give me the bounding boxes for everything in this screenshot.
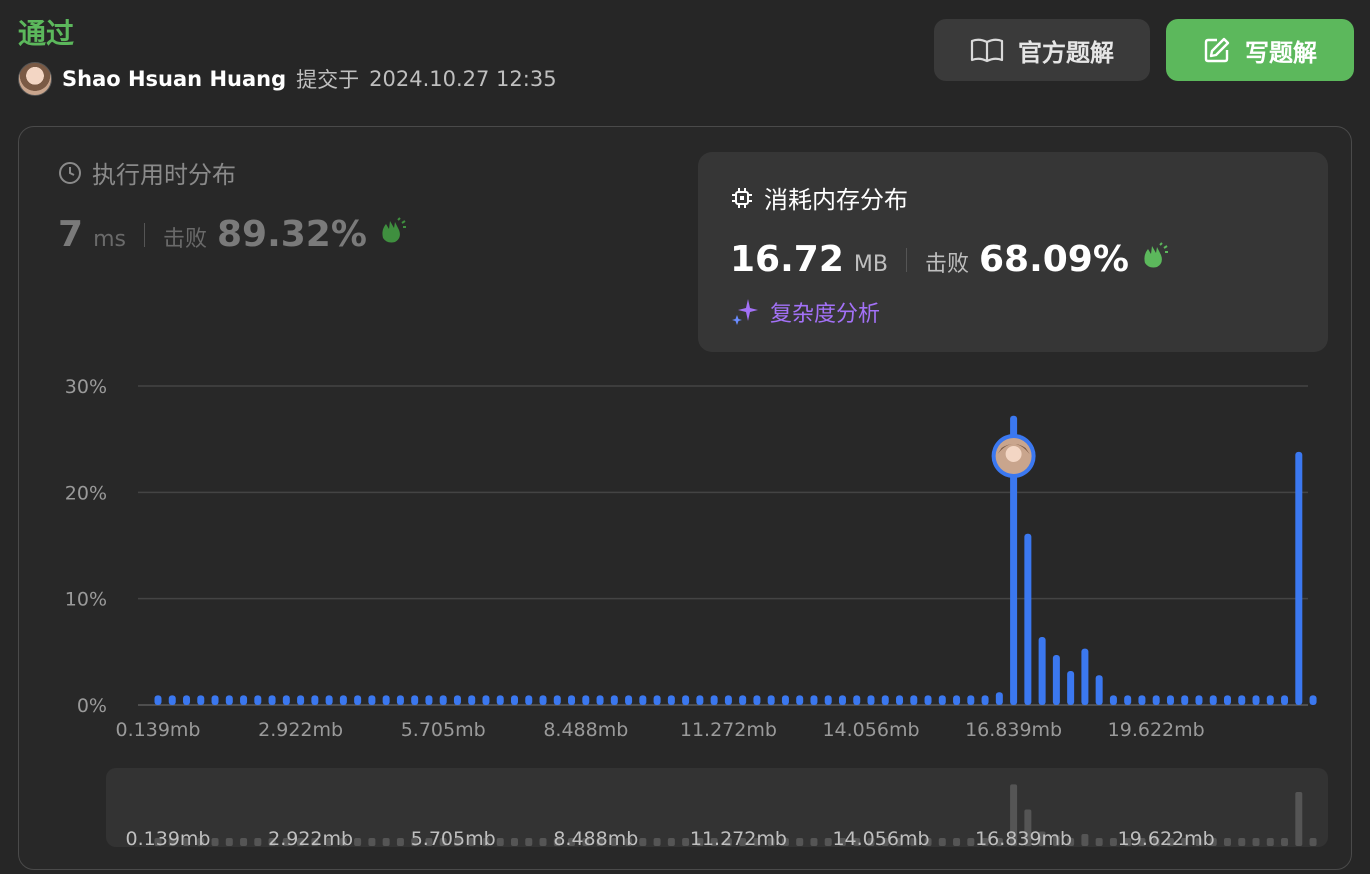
divider [143, 222, 145, 247]
runtime-beat-label: 击败 [162, 227, 207, 252]
clap-icon [382, 217, 406, 243]
runtime-unit: ms [93, 227, 126, 252]
memory-value: 16.72 [730, 239, 844, 280]
submitted-label: 提交于 [296, 68, 360, 92]
official-solution-label: 官方题解 [1018, 38, 1114, 67]
book-icon [970, 38, 1004, 63]
memory-panel[interactable]: 消耗内存分布 16.72 MB 击败 68.09% 复杂度分析 [698, 152, 1328, 352]
memory-title-text: 消耗内存分布 [764, 186, 908, 214]
accepted-status: 通过 [18, 17, 75, 50]
memory-unit: MB [853, 252, 888, 277]
username[interactable]: Shao Hsuan Huang [62, 67, 286, 91]
memory-beat-pct: 68.09% [978, 239, 1129, 280]
memory-metric: 16.72 MB 击败 68.09% [730, 239, 1310, 280]
clap-icon [1144, 242, 1168, 268]
runtime-title-text: 执行用时分布 [92, 161, 236, 189]
runtime-value: 7 [58, 214, 84, 255]
complexity-analysis-label: 复杂度分析 [770, 302, 881, 327]
runtime-metric: 7 ms 击败 89.32% [58, 214, 658, 255]
official-solution-button[interactable]: 官方题解 [934, 19, 1150, 81]
sparkle-icon [732, 299, 758, 325]
chip-icon [732, 187, 752, 208]
divider [905, 247, 907, 272]
memory-title: 消耗内存分布 [730, 180, 1310, 215]
clock-icon [59, 161, 81, 184]
memory-beat-label: 击败 [924, 252, 969, 277]
complexity-analysis-link[interactable]: 复杂度分析 [730, 296, 1310, 328]
runtime-panel[interactable]: 执行用时分布 7 ms 击败 89.32% [58, 155, 658, 255]
runtime-beat-pct: 89.32% [216, 214, 367, 255]
runtime-title: 执行用时分布 [58, 155, 658, 190]
edit-icon [1204, 37, 1230, 63]
avatar[interactable] [18, 62, 52, 96]
write-solution-label: 写题解 [1245, 38, 1317, 67]
write-solution-button[interactable]: 写题解 [1166, 19, 1354, 81]
submission-info: Shao Hsuan Huang 提交于 2024.10.27 12:35 [18, 62, 557, 96]
submitted-time: 2024.10.27 12:35 [369, 67, 557, 91]
